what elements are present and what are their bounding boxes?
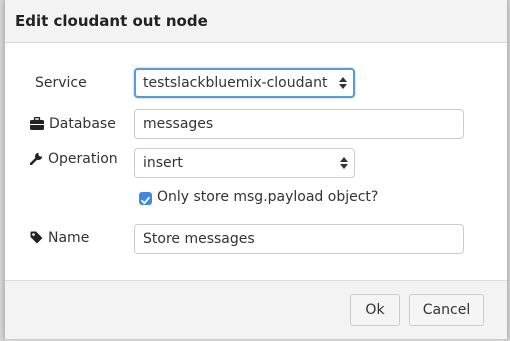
checkmark-icon (141, 196, 150, 205)
service-label-text: Service (35, 75, 87, 91)
database-label: Database (30, 116, 116, 132)
service-select-value: testslackbluemix-cloudant (143, 75, 328, 91)
service-select[interactable]: testslackbluemix-cloudant (134, 68, 355, 98)
edit-node-dialog: Edit cloudant out node Service testslack… (4, 0, 508, 339)
dialog-title: Edit cloudant out node (15, 12, 208, 30)
operation-label-text: Operation (48, 151, 118, 167)
operation-select-value: insert (143, 155, 183, 171)
operation-label: Operation (29, 151, 118, 167)
dialog-titlebar: Edit cloudant out node (5, 0, 507, 43)
only-payload-checkbox[interactable] (139, 192, 152, 205)
select-arrows-icon (339, 77, 347, 89)
name-input-value: Store messages (143, 231, 255, 247)
only-payload-label[interactable]: Only store msg.payload object? (157, 189, 378, 205)
name-label: Name (30, 230, 89, 246)
cancel-button[interactable]: Cancel (409, 294, 484, 326)
operation-select[interactable]: insert (134, 148, 355, 178)
service-label: Service (35, 75, 87, 91)
name-label-text: Name (48, 230, 90, 246)
ok-button[interactable]: Ok (350, 294, 400, 326)
briefcase-icon (30, 116, 44, 130)
tag-icon (30, 231, 43, 244)
database-input[interactable]: messages (134, 109, 464, 139)
name-input[interactable]: Store messages (134, 224, 464, 254)
database-label-text: Database (49, 116, 116, 132)
select-arrows-icon (340, 157, 348, 169)
wrench-icon (29, 152, 43, 166)
database-input-value: messages (143, 116, 214, 132)
dialog-footer: Ok Cancel (5, 280, 507, 339)
